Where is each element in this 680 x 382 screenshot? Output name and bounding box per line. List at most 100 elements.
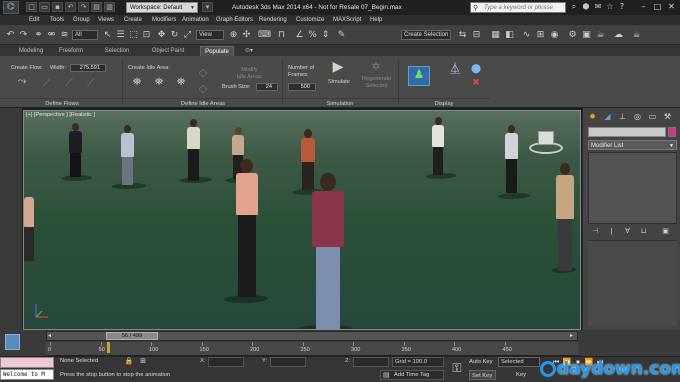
rectangular-selection-icon[interactable]: ⬚ [127, 29, 140, 42]
motion-panel-icon[interactable]: ◎ [632, 111, 643, 122]
keyboard-shortcut-override-icon[interactable]: ⌨ [258, 29, 271, 42]
delete-population-icon[interactable]: ✖ [470, 76, 482, 90]
save-file-icon[interactable]: ▪ [52, 2, 63, 12]
hierarchy-panel-icon[interactable]: ⊥ [617, 111, 628, 122]
add-time-tag-button[interactable]: ▤ Add Time Tag [380, 370, 444, 380]
perspective-viewport[interactable]: [+] [Perspective ] [Realistic ] [23, 110, 581, 330]
simulate-label[interactable]: Simulate [328, 79, 350, 86]
idle-area-freeform-icon[interactable]: ⛯ [172, 75, 190, 89]
set-key-icon[interactable]: ⚿ [449, 360, 465, 376]
edit-named-selection-icon[interactable]: ✎ [335, 29, 348, 42]
configure-modifier-sets-icon[interactable]: ▣ [660, 226, 671, 236]
object-color-swatch[interactable] [668, 127, 676, 137]
select-and-move-icon[interactable]: ✥ [155, 29, 168, 42]
percent-snap-icon[interactable]: % [306, 29, 319, 42]
undo-toolbar-icon[interactable]: ↶ [4, 29, 17, 42]
named-selection-sets-dropdown[interactable]: Create Selection Se [401, 30, 451, 40]
object-name-field[interactable] [588, 127, 666, 137]
ribbon-options-icon[interactable]: ⊙▾ [242, 46, 256, 56]
display-capsules-icon[interactable]: ⏅ [445, 62, 465, 92]
align-icon[interactable]: ⊟ [470, 29, 483, 42]
app-logo-button[interactable]: ⌬ [3, 1, 19, 14]
pivot-center-icon[interactable]: ⊕ [227, 29, 240, 42]
create-flow-icon[interactable]: ⤳ [11, 74, 33, 88]
regenerate-selected-label[interactable]: Regenerate Selected [362, 76, 391, 90]
simulate-icon[interactable]: ▶ [328, 60, 348, 74]
selection-filter-dropdown[interactable]: All [72, 30, 98, 40]
select-and-manipulate-icon[interactable]: ✣ [240, 29, 253, 42]
hold-icon[interactable]: ▤ [91, 2, 102, 12]
add-flow-area-icon[interactable]: ⟋ [60, 76, 78, 90]
create-panel-icon[interactable]: ✹ [587, 111, 598, 122]
maxscript-listener-output[interactable] [0, 357, 54, 368]
schematic-view-icon[interactable]: ⊞ [534, 29, 547, 42]
favorites-icon[interactable]: ☆ [605, 2, 615, 12]
keyword-search-input[interactable]: ⚲ Type a keyword or phrase [470, 2, 566, 13]
display-panel-icon[interactable]: ▭ [647, 111, 658, 122]
help-icon[interactable]: ? [617, 2, 627, 12]
close-icon[interactable]: ✕ [665, 1, 678, 13]
brush-size-spinner[interactable]: 24 [256, 83, 278, 91]
maximize-icon[interactable]: □ [651, 1, 664, 13]
modify-panel-icon[interactable]: ◢ [602, 111, 613, 122]
x-coord-field[interactable] [208, 357, 244, 367]
quick-access-more-icon[interactable]: ▾ [202, 2, 213, 12]
maxscript-mini-listener[interactable]: Welcome to M [0, 369, 54, 380]
subscription-icon[interactable]: ⬢ [581, 2, 591, 12]
rendered-frame-window-icon[interactable]: ▣ [580, 29, 593, 42]
idle-area-shape-icon[interactable]: ◇ [194, 66, 212, 80]
minimize-icon[interactable]: – [637, 1, 650, 13]
key-mode-dropdown[interactable]: Selected [498, 357, 540, 367]
curve-editor-icon[interactable]: ∿ [520, 29, 533, 42]
menu-tools[interactable]: Tools [50, 15, 64, 25]
number-of-frames-spinner[interactable]: 500 [288, 83, 316, 91]
remove-modifier-icon[interactable]: ⊔ [638, 226, 649, 236]
idle-area-paint-icon[interactable]: ◇ [194, 82, 212, 96]
menu-rendering[interactable]: Rendering [259, 15, 287, 25]
tab-object-paint[interactable]: Object Paint [146, 46, 190, 56]
z-coord-field[interactable] [353, 357, 389, 367]
show-end-result-icon[interactable]: ǀ [606, 226, 617, 236]
flow-options-icon[interactable]: ⟋ [82, 76, 100, 90]
new-file-icon[interactable]: □ [26, 2, 37, 12]
unlink-selection-icon[interactable]: ⚮ [45, 29, 58, 42]
select-object-icon[interactable]: ↖ [101, 29, 114, 42]
menu-edit[interactable]: Edit [29, 15, 39, 25]
idle-area-rect-icon[interactable]: ⛯ [128, 75, 146, 89]
modifier-stack[interactable] [588, 152, 677, 224]
fetch-icon[interactable]: ▥ [104, 2, 115, 12]
bind-to-space-warp-icon[interactable]: ≋ [58, 29, 71, 42]
select-and-scale-icon[interactable]: ⤢ [181, 29, 194, 42]
select-and-link-icon[interactable]: ⚭ [32, 29, 45, 42]
mirror-icon[interactable]: ⇆ [456, 29, 469, 42]
tab-populate[interactable]: Populate [200, 46, 234, 56]
workspace-dropdown[interactable]: Workspace: Default ▼ [126, 2, 198, 13]
redo-icon[interactable]: ↷ [78, 2, 89, 12]
menu-graph-editors[interactable]: Graph Editors [216, 15, 253, 25]
render-production-icon[interactable]: ☕ [594, 29, 607, 42]
next-frame-icon[interactable]: ▸ [568, 332, 575, 340]
mini-curve-editor-button[interactable] [5, 334, 20, 350]
spinner-snap-icon[interactable]: ⇕ [319, 29, 332, 42]
auto-key-button[interactable]: Auto Key [469, 357, 496, 367]
display-characters-icon[interactable]: ♟ [408, 66, 430, 86]
make-unique-icon[interactable]: ∀ [622, 226, 633, 236]
search-icon[interactable]: ⌕ [569, 2, 579, 12]
menu-modifiers[interactable]: Modifiers [152, 15, 176, 25]
menu-animation[interactable]: Animation [182, 15, 209, 25]
window-crossing-icon[interactable]: ⊡ [140, 29, 153, 42]
communication-center-icon[interactable]: ✉ [593, 2, 603, 12]
angle-snap-icon[interactable]: ∠ [293, 29, 306, 42]
set-key-button[interactable]: Set Key [469, 370, 496, 380]
display-radius-icon[interactable]: ⬤ [470, 62, 482, 76]
width-spinner[interactable]: 275.591 [70, 64, 106, 72]
tab-modeling[interactable]: Modeling [14, 46, 48, 56]
redo-toolbar-icon[interactable]: ↷ [17, 29, 30, 42]
modify-idle-areas-label[interactable]: Modify Idle Areas [237, 67, 262, 81]
idle-area-circle-icon[interactable]: ⛯ [150, 75, 168, 89]
trackbar[interactable] [46, 342, 578, 356]
render-activeshade-icon[interactable]: ☕ [630, 29, 643, 42]
select-and-rotate-icon[interactable]: ↻ [168, 29, 181, 42]
absolute-mode-icon[interactable]: ⊞ [138, 357, 148, 367]
menu-maxscript[interactable]: MAXScript [333, 15, 361, 25]
